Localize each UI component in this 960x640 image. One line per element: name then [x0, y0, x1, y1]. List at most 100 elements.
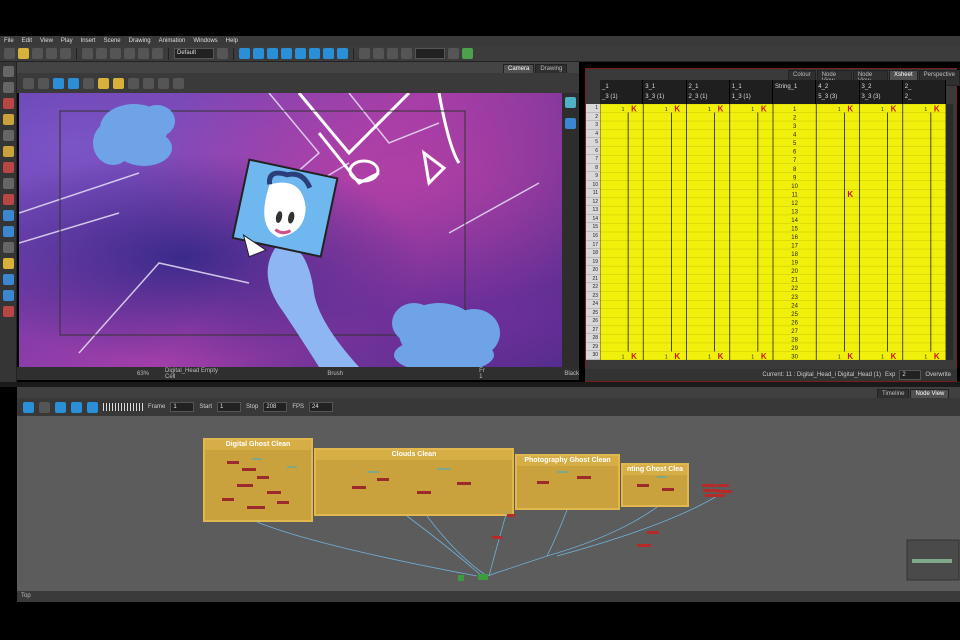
globe-icon[interactable] [565, 97, 576, 108]
new-scene-icon[interactable] [4, 48, 15, 59]
frame-number[interactable]: 14 [586, 215, 600, 224]
frame-number[interactable]: 29 [586, 343, 600, 352]
workspace-preset-select[interactable]: Default [174, 48, 214, 59]
select-tool-icon[interactable] [3, 66, 14, 77]
frame-number[interactable]: 10 [586, 181, 600, 190]
frame-number[interactable]: 25 [586, 309, 600, 318]
view-menu-icon[interactable] [23, 77, 34, 89]
stamp-icon[interactable] [173, 77, 184, 89]
paste-icon[interactable] [138, 48, 149, 59]
play-icon[interactable] [23, 401, 34, 413]
menu-scene[interactable]: Scene [104, 38, 121, 44]
copy-icon[interactable] [124, 48, 135, 59]
settings-gear-icon[interactable] [38, 77, 49, 89]
brush-tool-icon[interactable] [3, 98, 14, 109]
frame-number[interactable]: 13 [586, 206, 600, 215]
eraser-tool-icon[interactable] [3, 146, 14, 157]
frame-number[interactable]: 18 [586, 249, 600, 258]
frame-number[interactable]: 8 [586, 164, 600, 173]
sound-scrub-icon[interactable] [87, 401, 98, 413]
sound-icon[interactable] [71, 401, 82, 413]
lock-icon[interactable] [98, 77, 109, 89]
playback-speed-slider[interactable] [103, 403, 143, 411]
frame-number[interactable]: 28 [586, 334, 600, 343]
camera-reset-icon[interactable] [565, 118, 576, 129]
line-tool-icon[interactable] [3, 178, 14, 189]
text-tool-icon[interactable] [3, 130, 14, 141]
stop-field[interactable]: 208 [263, 402, 288, 412]
spline-icon[interactable] [309, 48, 320, 59]
grid-tool-icon[interactable] [3, 274, 14, 285]
scale-icon[interactable] [267, 48, 278, 59]
layer-select[interactable] [415, 48, 445, 59]
peg-icon[interactable] [373, 48, 384, 59]
top-view-icon[interactable] [68, 77, 79, 89]
frame-number[interactable]: 27 [586, 326, 600, 335]
camera-viewport[interactable] [19, 93, 562, 367]
ink-tool-icon[interactable] [3, 306, 14, 317]
start-field[interactable]: 1 [217, 402, 242, 412]
frame-number[interactable]: 7 [586, 155, 600, 164]
frame-number[interactable]: 12 [586, 198, 600, 207]
save-as-icon[interactable] [46, 48, 57, 59]
frame-field[interactable]: 1 [170, 402, 195, 412]
dropdown-icon[interactable] [448, 48, 459, 59]
pen-tool-icon[interactable] [3, 290, 14, 301]
frame-number[interactable]: 26 [586, 317, 600, 326]
workspace-menu-icon[interactable] [217, 48, 228, 59]
snap-icon[interactable] [359, 48, 370, 59]
fps-field[interactable]: 24 [309, 402, 334, 412]
camera-view-icon[interactable] [53, 77, 64, 89]
frame-number[interactable]: 22 [586, 283, 600, 292]
transform-icon[interactable] [239, 48, 250, 59]
loop-icon[interactable] [55, 401, 66, 413]
menu-drawing[interactable]: Drawing [129, 38, 151, 44]
rotate-icon[interactable] [253, 48, 264, 59]
skew-icon[interactable] [281, 48, 292, 59]
mask-icon[interactable] [128, 77, 139, 89]
frame-number[interactable]: 16 [586, 232, 600, 241]
save-icon[interactable] [32, 48, 43, 59]
menu-play[interactable]: Play [61, 38, 73, 44]
render-icon[interactable] [462, 48, 473, 59]
frame-number[interactable]: 20 [586, 266, 600, 275]
menu-help[interactable]: Help [226, 38, 238, 44]
xsheet-column-header[interactable]: 3_1 3_3 (1) [643, 80, 687, 104]
exposure-field[interactable]: 2 [899, 370, 922, 380]
contour-editor-icon[interactable] [3, 82, 14, 93]
node-view-canvas[interactable]: Digital Ghost Clean Clouds Clean Photogr… [17, 416, 960, 591]
bone-icon[interactable] [401, 48, 412, 59]
pencil-tool-icon[interactable] [3, 114, 14, 125]
hand-tool-icon[interactable] [3, 242, 14, 253]
frame-number[interactable]: 19 [586, 258, 600, 267]
brush-preview-icon[interactable] [143, 77, 154, 89]
xsheet-column-header[interactable]: 1_1 1_3 (1) [730, 80, 773, 104]
xsheet-column-header[interactable]: 4_2 5_3 (3) [816, 80, 860, 104]
menu-windows[interactable]: Windows [193, 38, 217, 44]
frame-number[interactable]: 15 [586, 223, 600, 232]
cut-icon[interactable] [110, 48, 121, 59]
side-view-icon[interactable] [83, 77, 94, 89]
animate-mode-icon[interactable] [323, 48, 334, 59]
motion-path-icon[interactable] [295, 48, 306, 59]
menu-view[interactable]: View [40, 38, 53, 44]
frame-number[interactable]: 24 [586, 300, 600, 309]
undo-icon[interactable] [82, 48, 93, 59]
frame-number[interactable]: 9 [586, 172, 600, 181]
overwrite-mode[interactable]: Overwrite [925, 372, 951, 378]
frame-number[interactable]: 21 [586, 275, 600, 284]
frame-number[interactable]: 6 [586, 147, 600, 156]
light-table-icon[interactable] [113, 77, 124, 89]
onion-skin-icon[interactable] [337, 48, 348, 59]
frame-number[interactable]: 5 [586, 138, 600, 147]
xsheet-column-header[interactable]: 3_2 3_3 (3) [860, 80, 903, 104]
dropper-tool-icon[interactable] [3, 194, 14, 205]
redo-icon[interactable] [96, 48, 107, 59]
open-folder-icon[interactable] [18, 48, 29, 59]
frame-number[interactable]: 17 [586, 241, 600, 250]
deformer-icon[interactable] [387, 48, 398, 59]
frame-number[interactable]: 1 [586, 104, 600, 113]
frame-number[interactable]: 2 [586, 113, 600, 122]
menu-file[interactable]: File [4, 38, 14, 44]
transform-tool-icon[interactable] [3, 258, 14, 269]
